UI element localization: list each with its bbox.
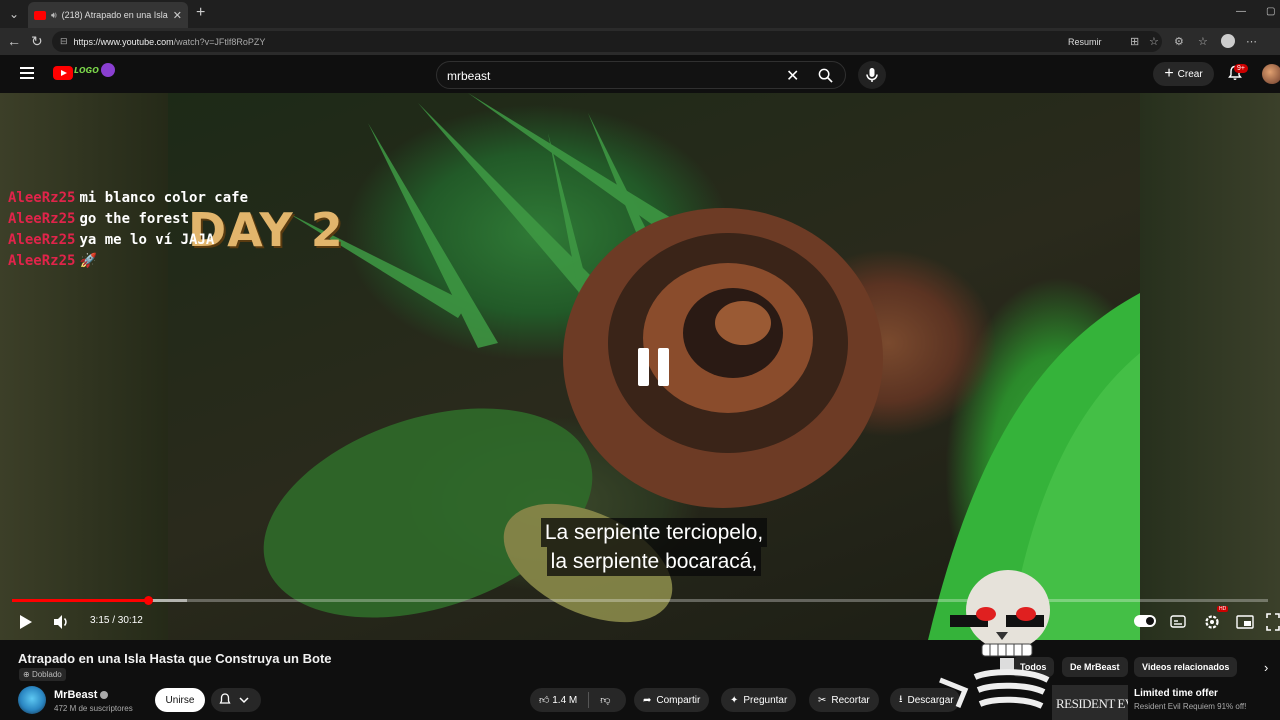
back-arrow-icon[interactable]: ←: [7, 33, 21, 49]
chat-text: 🚀: [79, 253, 97, 269]
dubbed-badge: ⊕ Doblado: [19, 668, 66, 681]
chat-message: AleeRz25 🚀: [8, 251, 248, 272]
browser-tab-active[interactable]: 🔊︎ (218) Atrapado en una Isla Has ✕: [28, 2, 188, 28]
sparkle-icon: ✦: [730, 694, 739, 706]
favorites-icon[interactable]: ☆: [1198, 35, 1208, 48]
ambient-glow-right: [1140, 93, 1280, 640]
chat-text: ya me lo ví JAJA: [79, 232, 215, 248]
share-icon: ➦: [643, 694, 652, 706]
chat-text: mi blanco color cafe: [79, 190, 249, 206]
channel-avatar[interactable]: [18, 686, 46, 714]
chip-related[interactable]: Videos relacionados: [1134, 657, 1238, 677]
microphone-icon: [866, 68, 878, 82]
dislike-icon[interactable]: 👎︎: [600, 694, 610, 706]
verified-icon: [100, 691, 109, 700]
voice-search-button[interactable]: [858, 61, 886, 89]
plus-icon: +: [1164, 65, 1174, 82]
account-avatar[interactable]: [1262, 64, 1280, 84]
reader-mode-icon[interactable]: ⊞: [1130, 35, 1139, 48]
subscription-bell-button[interactable]: [211, 688, 261, 712]
reload-icon[interactable]: ↻: [31, 33, 43, 50]
youtube-doodle-logo[interactable]: ʟoɢo: [74, 63, 116, 83]
join-button[interactable]: Unirse: [155, 688, 205, 712]
autoplay-toggle[interactable]: [1134, 615, 1156, 627]
like-button[interactable]: 👍︎ 1.4 M: [539, 694, 577, 706]
new-tab-button[interactable]: +: [196, 4, 205, 22]
video-player[interactable]: DAY 2 AleeRz25 mi blanco color cafe AleeR…: [0, 93, 1280, 640]
divider: [588, 692, 590, 708]
create-button[interactable]: + Crear: [1153, 62, 1214, 86]
menu-icon[interactable]: [20, 67, 34, 79]
channel-name[interactable]: MrBeast: [54, 689, 109, 701]
search-box: ✕: [436, 61, 846, 89]
chevron-right-icon[interactable]: ›: [1264, 660, 1268, 675]
search-icon[interactable]: [818, 68, 833, 83]
chat-username: AleeRz25: [8, 232, 76, 248]
download-icon: ⭳: [899, 693, 903, 705]
chat-message: AleeRz25 ya me lo ví JAJA: [8, 230, 248, 251]
favorite-star-icon[interactable]: ☆: [1149, 35, 1159, 48]
search-input[interactable]: [447, 68, 777, 84]
subscriber-count: 472 M de suscriptores: [54, 704, 133, 713]
tab-list-menu-button[interactable]: ⌄: [4, 5, 24, 23]
chat-username: AleeRz25: [8, 190, 76, 206]
share-button[interactable]: ➦ Compartir: [634, 688, 710, 712]
progress-played: [12, 599, 148, 602]
youtube-favicon-icon: [34, 10, 46, 20]
caption-box: La serpiente terciopelo, la serpiente bo…: [476, 518, 832, 576]
maximize-button[interactable]: ▢: [1266, 6, 1275, 17]
close-icon[interactable]: ✕: [173, 9, 182, 22]
ask-button[interactable]: ✦ Preguntar: [721, 688, 797, 712]
minimize-button[interactable]: —: [1236, 6, 1246, 17]
more-options-icon[interactable]: ⋯: [1246, 35, 1257, 48]
scissors-icon: ✂: [818, 694, 827, 706]
browser-tab-bar: ⌄ 🔊︎ (218) Atrapado en una Isla Has ✕ + …: [0, 0, 1280, 28]
browser-profile-avatar[interactable]: [1221, 34, 1235, 48]
caption-line: la serpiente bocaracá,: [546, 547, 762, 576]
chat-username: AleeRz25: [8, 253, 76, 269]
fullscreen-icon[interactable]: [1266, 612, 1280, 632]
clip-button[interactable]: ✂ Recortar: [809, 688, 879, 712]
chat-message: AleeRz25 mi blanco color cafe: [8, 188, 248, 209]
pause-overlay-icon[interactable]: [638, 348, 670, 386]
skeleton-sticker-overlay: [939, 570, 1050, 709]
ad-title[interactable]: Limited time offer: [1134, 688, 1218, 699]
chat-message: AleeRz25 go the forest: [8, 209, 248, 230]
clear-search-icon[interactable]: ✕: [786, 66, 799, 86]
url-host: https://www.youtube.com: [73, 36, 174, 47]
video-details: Atrapado en una Isla Hasta que Construya…: [0, 640, 1280, 720]
video-title: Atrapado en una Isla Hasta que Construya…: [18, 651, 332, 666]
volume-icon[interactable]: [52, 612, 70, 632]
youtube-header: ʟoɢo ✕ +Crear 9+: [0, 55, 1280, 93]
url-path: /watch?v=JFtlf8RoPZY: [173, 36, 266, 47]
summarize-button[interactable]: Resumir: [1068, 37, 1102, 47]
stream-chat-overlay: AleeRz25 mi blanco color cafe AleeRz25 go …: [8, 188, 248, 272]
play-icon[interactable]: [18, 612, 34, 632]
site-info-icon[interactable]: ⊟: [60, 36, 68, 47]
notification-count-badge: 9+: [1234, 64, 1248, 73]
chat-username: AleeRz25: [8, 211, 76, 227]
subtitles-icon[interactable]: [1170, 612, 1186, 632]
time-display: 3:15 / 30:12: [90, 615, 143, 626]
progress-scrubber-handle[interactable]: [144, 596, 153, 605]
hd-badge: HD: [1217, 606, 1229, 612]
like-dislike-group: 👍︎ 1.4 M 👎︎: [530, 688, 626, 712]
caption-line: La serpiente terciopelo,: [540, 518, 768, 547]
ambient-glow-left: [0, 93, 168, 640]
settings-gear-icon[interactable]: [1203, 612, 1221, 632]
chat-text: go the forest: [79, 211, 190, 227]
extension-icon[interactable]: ⚙: [1174, 35, 1184, 48]
url-field[interactable]: ⊟ https://www.youtube.com/watch?v=JFtlf8…: [52, 31, 1162, 52]
miniplayer-icon[interactable]: [1236, 612, 1254, 632]
youtube-logo[interactable]: [53, 66, 73, 80]
address-bar: ← ↻ ⊟ https://www.youtube.com/watch?v=JF…: [0, 28, 1280, 55]
tab-title: (218) Atrapado en una Isla Has: [61, 10, 168, 20]
bell-chevron-icon: [219, 693, 249, 704]
speaker-icon[interactable]: 🔊︎: [51, 10, 57, 21]
ad-subtitle: Resident Evil Requiem 91% off!: [1134, 702, 1247, 711]
